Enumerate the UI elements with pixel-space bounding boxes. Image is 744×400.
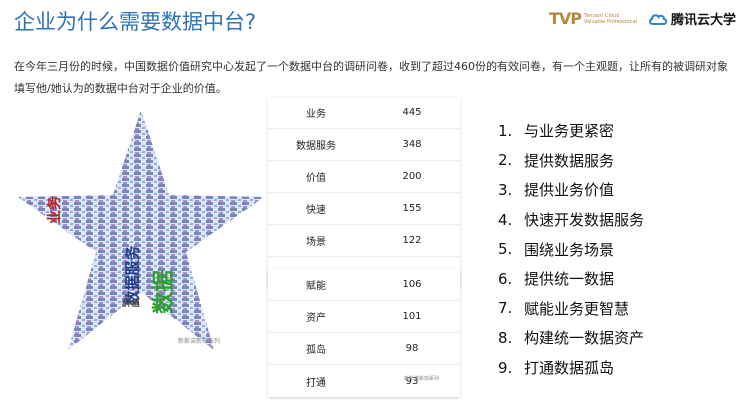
- list-item: 3. 提供业务价值: [498, 175, 644, 205]
- intro-paragraph: 在今年三月份的时候，中国数据价值研究中心发起了一个数据中台的调研问卷，收到了超过…: [14, 60, 728, 95]
- item-text: 与业务更紧密: [524, 122, 615, 141]
- list-item: 5. 围绕业务场景: [498, 234, 644, 264]
- item-text: 围绕业务场景: [524, 240, 615, 259]
- conclusion-list: 1. 与业务更紧密 2. 提供数据服务 3. 提供业务价值 4. 快速开发数据服…: [498, 116, 644, 382]
- word-cloud-star: 业务 数据服务 数据 价值 新斯诺新琼系列: [14, 100, 269, 360]
- cloud-icon: [649, 13, 668, 25]
- term-cell: 资产: [306, 313, 326, 324]
- table-row: 赋能 106: [268, 269, 460, 301]
- item-text: 构建统一数据资产: [524, 329, 645, 348]
- item-number: 1.: [498, 121, 513, 140]
- header-logos: TVP Tencent Cloud Valuable Professional …: [549, 9, 736, 28]
- item-number: 4.: [498, 210, 513, 229]
- term-cell: 业务: [306, 109, 326, 120]
- tvp-subtitle-line2: Valuable Professional: [583, 18, 637, 25]
- survey-table: 业务 445 数据服务 348 价值 200 快速 155 场景 122 统一 …: [268, 97, 460, 397]
- table-row: 场景 122: [268, 225, 460, 257]
- word-cloud-watermark: 新斯诺新琼系列: [178, 338, 221, 345]
- table-row: 价值 200: [268, 161, 460, 193]
- count-cell: 98: [405, 343, 419, 354]
- cloud-word-data: 数据: [152, 269, 178, 315]
- table-row: 业务 445: [268, 97, 460, 129]
- count-cell: 155: [402, 203, 422, 214]
- table-row: 孤岛 98: [268, 333, 460, 365]
- term-cell: 快速: [306, 205, 326, 216]
- term-cell: 孤岛: [306, 345, 326, 356]
- count-cell: 348: [402, 139, 422, 150]
- term-cell: 打通: [306, 377, 326, 389]
- count-cell: 200: [402, 171, 422, 182]
- list-item: 1. 与业务更紧密: [498, 116, 644, 146]
- table-watermark-bottom: 新斯诺新琼系列: [404, 376, 440, 382]
- term-cell: 场景: [306, 237, 326, 248]
- item-number: 2.: [498, 151, 513, 170]
- cloud-word-value: 价值: [122, 299, 141, 309]
- count-cell: 106: [402, 279, 422, 290]
- item-text: 赋能业务更智慧: [524, 299, 630, 318]
- count-cell: 101: [402, 311, 422, 322]
- term-cell: 数据服务: [296, 141, 336, 152]
- table-row: 资产 101: [268, 301, 460, 333]
- tvp-logo: TVP Tencent Cloud Valuable Professional: [549, 9, 642, 28]
- list-item: 8. 构建统一数据资产: [498, 323, 644, 353]
- item-text: 提供数据服务: [524, 151, 615, 170]
- brand-name: 腾讯云大学: [670, 13, 736, 28]
- item-number: 7.: [498, 299, 513, 318]
- table-group-top: 业务 445 数据服务 348 价值 200 快速 155 场景 122 统一 …: [268, 97, 460, 289]
- table-row: 数据服务 348: [268, 129, 460, 161]
- item-number: 3.: [498, 180, 513, 199]
- star-shape: [18, 110, 264, 350]
- item-text: 打通数据孤岛: [524, 359, 615, 378]
- item-text: 提供统一数据: [524, 270, 615, 289]
- tencent-cloud-logo: 腾讯云大学: [648, 9, 736, 28]
- page-title: 企业为什么需要数据中台?: [14, 10, 257, 34]
- list-item: 4. 快速开发数据服务: [498, 205, 644, 235]
- term-cell: 价值: [306, 173, 326, 184]
- list-item: 7. 赋能业务更智慧: [498, 294, 644, 324]
- item-text: 快速开发数据服务: [524, 211, 645, 230]
- count-cell: 122: [402, 235, 422, 246]
- term-cell: 赋能: [306, 281, 326, 292]
- tvp-mark: TVP: [548, 9, 582, 28]
- tvp-subtitle: Tencent Cloud Valuable Professional: [584, 13, 642, 25]
- count-cell: 445: [402, 107, 422, 118]
- list-item: 6. 提供统一数据: [498, 264, 644, 294]
- list-item: 9. 打通数据孤岛: [498, 353, 644, 383]
- item-number: 6.: [498, 269, 513, 288]
- item-number: 5.: [498, 240, 513, 259]
- table-row: 快速 155: [268, 193, 460, 225]
- cloud-word-business: 业务: [47, 196, 63, 224]
- item-number: 9.: [498, 358, 513, 377]
- list-item: 2. 提供数据服务: [498, 146, 644, 176]
- item-number: 8.: [498, 328, 513, 347]
- item-text: 提供业务价值: [524, 181, 615, 200]
